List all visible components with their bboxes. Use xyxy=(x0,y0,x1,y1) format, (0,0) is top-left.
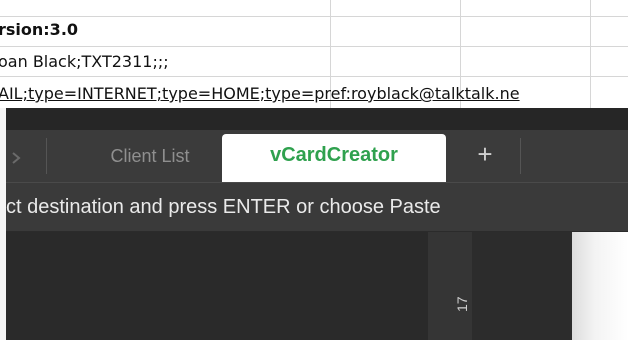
chevron-right-icon[interactable] xyxy=(8,150,24,166)
canvas-area[interactable] xyxy=(6,232,428,340)
tab-separator xyxy=(46,138,47,174)
chevron-right-icon-svg xyxy=(12,152,21,164)
spreadsheet-row[interactable]: rsion:3.0 xyxy=(0,16,628,47)
spreadsheet-row[interactable]: oan Black;TXT2311;;; xyxy=(0,46,628,77)
title-bar xyxy=(6,108,628,130)
preview-page xyxy=(572,232,628,340)
spreadsheet-row[interactable] xyxy=(0,0,628,17)
tab-separator xyxy=(520,138,521,174)
instruction-text: ct destination and press ENTER or choose… xyxy=(6,196,441,218)
vertical-ruler xyxy=(428,232,472,340)
spreadsheet-row[interactable]: AIL;type=INTERNET;type=HOME;type=pref:ro… xyxy=(0,76,628,108)
cell-version[interactable]: rsion:3.0 xyxy=(0,20,78,39)
tab-vcardcreator-label[interactable]: vCardCreator xyxy=(222,144,446,167)
ruler-label: 17 xyxy=(454,296,470,312)
cell-email[interactable]: AIL;type=INTERNET;type=HOME;type=pref:ro… xyxy=(0,84,520,103)
preview-panel xyxy=(472,232,572,340)
spreadsheet: rsion:3.0 oan Black;TXT2311;;; AIL;type=… xyxy=(0,0,628,108)
cell-name[interactable]: oan Black;TXT2311;;; xyxy=(0,52,169,71)
tab-client-list[interactable]: Client List xyxy=(80,146,220,167)
plus-icon[interactable]: + xyxy=(468,140,502,168)
